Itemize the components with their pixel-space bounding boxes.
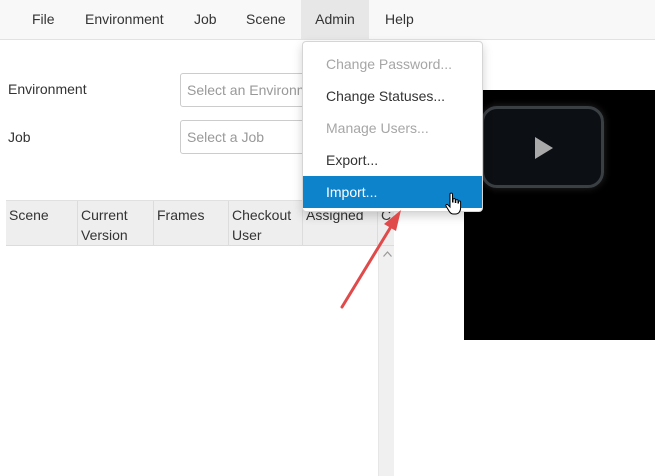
annotation-arrow: [340, 210, 401, 309]
